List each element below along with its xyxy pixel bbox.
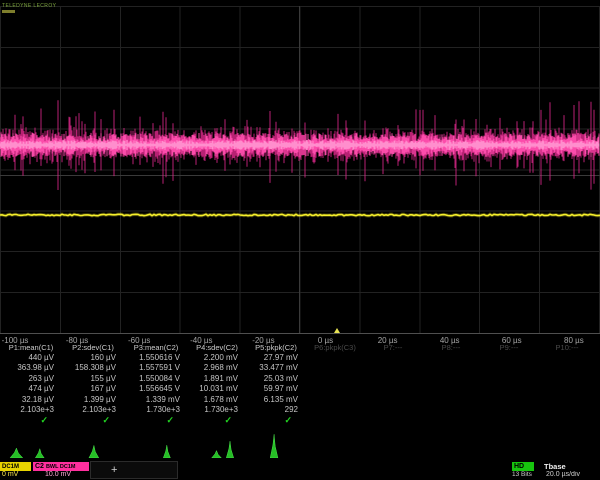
measure-value: 160 µV: [62, 353, 124, 363]
measure-header-p2[interactable]: P2:sdev(C1): [62, 342, 124, 353]
measure-value: 1.678 mV: [188, 395, 246, 405]
measure-header-p6[interactable]: P6:pkpk(C3): [306, 342, 364, 353]
histicon[interactable]: [132, 432, 188, 458]
channel-c2-descriptor[interactable]: C2 BWL DC1M: [33, 462, 89, 471]
table-row: 474 µV167 µV1.556645 V10.031 mV59.97 mV: [0, 384, 600, 394]
c2-name-label: C2: [35, 463, 44, 470]
c2-coupling-label: BWL DC1M: [46, 464, 76, 470]
measure-value: 1.550084 V: [124, 374, 188, 384]
histicon[interactable]: [194, 432, 250, 458]
measure-value: 25.03 mV: [246, 374, 306, 384]
oscilloscope-screen: TELEDYNE LECROY -100 µs-80 µs-60 µs-40 µ…: [0, 0, 600, 480]
measure-header-p10[interactable]: P10:---: [538, 342, 596, 353]
plus-icon: +: [111, 464, 117, 476]
measure-header-p8[interactable]: P8:---: [422, 342, 480, 353]
measure-value: 440 µV: [0, 353, 62, 363]
table-row: 263 µV155 µV1.550084 V1.891 mV25.03 mV: [0, 374, 600, 384]
measure-value: 474 µV: [0, 384, 62, 394]
measure-value: 1.730e+3: [124, 405, 188, 415]
measure-value: 2.103e+3: [0, 405, 62, 415]
measure-status-ok: ✓: [246, 415, 306, 425]
measure-value: 10.031 mV: [188, 384, 246, 394]
measure-status-ok: ✓: [124, 415, 188, 425]
measure-status-ok: ✓: [62, 415, 124, 425]
measure-value: 33.477 mV: [246, 363, 306, 373]
measure-value: 155 µV: [62, 374, 124, 384]
hd-label: HD: [514, 463, 524, 470]
measure-value: 263 µV: [0, 374, 62, 384]
add-trace-button[interactable]: +: [90, 461, 178, 479]
table-row: P1:mean(C1)P2:sdev(C1)P3:mean(C2)P4:sdev…: [0, 342, 600, 353]
measure-value: 292: [246, 405, 306, 415]
measure-header-p7[interactable]: P7:---: [364, 342, 422, 353]
measure-value: 32.18 µV: [0, 395, 62, 405]
measure-header-p4[interactable]: P4:sdev(C2): [188, 342, 246, 353]
table-row: 363.98 µV158.308 µV1.557591 V2.968 mV33.…: [0, 363, 600, 373]
histicon[interactable]: [254, 432, 310, 458]
measure-value: 1.557591 V: [124, 363, 188, 373]
histicon[interactable]: [6, 432, 62, 458]
measure-value: 6.135 mV: [246, 395, 306, 405]
histicons: [0, 430, 600, 460]
measure-value: 27.97 mV: [246, 353, 306, 363]
measure-value: 59.97 mV: [246, 384, 306, 394]
table-row: ✓✓✓✓✓: [0, 415, 600, 425]
timebase-value[interactable]: 20.0 µs/div: [546, 471, 600, 478]
measure-value: 158.308 µV: [62, 363, 124, 373]
measure-value: 2.200 mV: [188, 353, 246, 363]
measure-value: 1.556645 V: [124, 384, 188, 394]
measure-status-ok: ✓: [0, 415, 62, 425]
measure-status-ok: ✓: [188, 415, 246, 425]
measure-value: 1.730e+3: [188, 405, 246, 415]
measure-value: 2.968 mV: [188, 363, 246, 373]
c1-coupling-label: DC1M: [2, 464, 19, 470]
hd-mode-badge[interactable]: HD: [512, 462, 534, 471]
table-row: 440 µV160 µV1.550616 V2.200 mV27.97 mV: [0, 353, 600, 363]
measure-value: 167 µV: [62, 384, 124, 394]
table-row: 2.103e+32.103e+31.730e+31.730e+3292: [0, 405, 600, 415]
measure-value: 2.103e+3: [62, 405, 124, 415]
timebase-descriptor[interactable]: Tbase: [544, 462, 566, 471]
measure-header-p3[interactable]: P3:mean(C2): [124, 342, 188, 353]
measure-value: 1.399 µV: [62, 395, 124, 405]
hd-bits-label: 13 Bits: [512, 471, 532, 478]
measure-value: 1.891 mV: [188, 374, 246, 384]
c2-volts-per-div[interactable]: 10.0 mV: [45, 471, 71, 478]
channel-c1-descriptor[interactable]: DC1M: [0, 462, 31, 471]
trigger-position-marker[interactable]: [334, 328, 340, 333]
table-row: 32.18 µV1.399 µV1.339 mV1.678 mV6.135 mV: [0, 395, 600, 405]
c1-volts-per-div[interactable]: 0 mV: [2, 471, 18, 478]
measure-value: 1.339 mV: [124, 395, 188, 405]
measure-header-p5[interactable]: P5:pkpk(C2): [246, 342, 306, 353]
measure-value: 1.550616 V: [124, 353, 188, 363]
measure-header-p9[interactable]: P9:---: [480, 342, 538, 353]
measure-header-p1[interactable]: P1:mean(C1): [0, 342, 62, 353]
measure-table: P1:mean(C1)P2:sdev(C1)P3:mean(C2)P4:sdev…: [0, 342, 600, 426]
measure-value: 363.98 µV: [0, 363, 62, 373]
histicon[interactable]: [68, 432, 124, 458]
